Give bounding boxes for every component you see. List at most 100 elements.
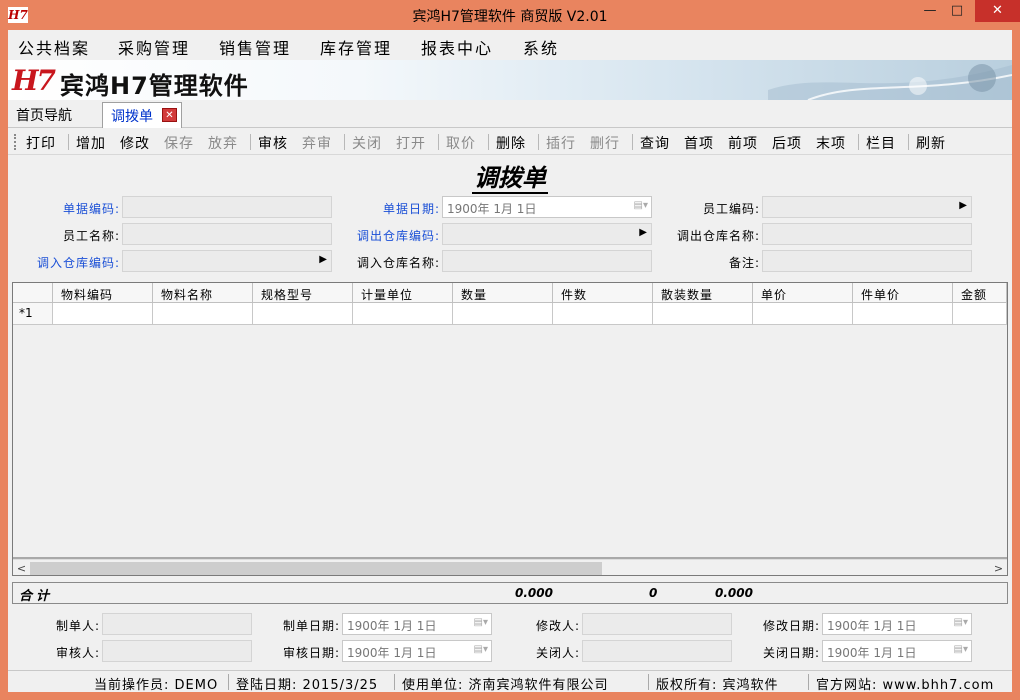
table-row[interactable]: *1 xyxy=(13,303,1007,325)
emp-name-field[interactable] xyxy=(122,223,332,245)
col-header-pieces[interactable]: 件数 xyxy=(553,283,653,303)
grid-cell[interactable] xyxy=(553,303,653,325)
unaudit-button[interactable]: 弃审 xyxy=(302,133,332,153)
first-record-button[interactable]: 首项 xyxy=(684,133,714,153)
audit-button[interactable]: 审核 xyxy=(258,133,288,153)
toolbar-grip[interactable] xyxy=(14,134,17,150)
horizontal-scrollbar[interactable]: < > xyxy=(13,559,1007,575)
closer-label: 关闭人: xyxy=(535,646,580,660)
col-header-unit[interactable]: 计量单位 xyxy=(353,283,453,303)
create-date-picker[interactable]: 1900年 1月 1日 ▤▾ xyxy=(342,613,492,635)
scroll-right-icon[interactable]: > xyxy=(990,560,1007,575)
out-warehouse-name-field[interactable] xyxy=(762,223,972,245)
window-title: 宾鸿H7管理软件 商贸版 V2.01 xyxy=(412,9,608,25)
tab-transfer-order[interactable]: 调拨单 ✕ xyxy=(102,102,182,128)
col-header-spec[interactable]: 规格型号 xyxy=(253,283,353,303)
in-warehouse-code-field[interactable] xyxy=(122,250,332,272)
add-button[interactable]: 增加 xyxy=(76,133,106,153)
grid-cell[interactable] xyxy=(453,303,553,325)
grid-body[interactable]: 物料编码 物料名称 规格型号 计量单位 数量 件数 散装数量 单价 件单价 金额… xyxy=(13,283,1007,557)
menu-system[interactable]: 系统 xyxy=(523,35,559,59)
calendar-dropdown-icon[interactable]: ▤▾ xyxy=(622,200,648,214)
grid-cell[interactable] xyxy=(953,303,1007,325)
col-header-piece-price[interactable]: 件单价 xyxy=(853,283,953,303)
grid-cell[interactable] xyxy=(353,303,453,325)
modify-date-value: 1900年 1月 1日 xyxy=(827,619,917,633)
fetch-price-button[interactable]: 取价 xyxy=(446,133,476,153)
calendar-dropdown-icon[interactable]: ▤▾ xyxy=(462,644,488,658)
status-copyright: 版权所有: 宾鸿软件 xyxy=(656,678,779,693)
close-date-value: 1900年 1月 1日 xyxy=(827,646,917,660)
scrollbar-thumb[interactable] xyxy=(30,562,602,575)
calendar-dropdown-icon[interactable]: ▤▾ xyxy=(942,644,968,658)
grid-cell[interactable] xyxy=(153,303,253,325)
col-header-unit-price[interactable]: 单价 xyxy=(753,283,853,303)
col-header-material-name[interactable]: 物料名称 xyxy=(153,283,253,303)
remark-field[interactable] xyxy=(762,250,972,272)
calendar-dropdown-icon[interactable]: ▤▾ xyxy=(942,617,968,631)
status-operator: 当前操作员: DEMO xyxy=(94,678,219,693)
grid-cell[interactable] xyxy=(253,303,353,325)
col-header-bulk-quantity[interactable]: 散装数量 xyxy=(653,283,753,303)
status-company: 使用单位: 济南宾鸿软件有限公司 xyxy=(402,678,609,693)
closer-field[interactable] xyxy=(582,640,732,662)
modifier-field[interactable] xyxy=(582,613,732,635)
menu-sales[interactable]: 销售管理 xyxy=(219,35,291,59)
new-row-marker[interactable]: *1 xyxy=(13,303,53,325)
doc-no-field[interactable] xyxy=(122,196,332,218)
delete-row-button[interactable]: 删行 xyxy=(590,133,620,153)
remark-label: 备注: xyxy=(728,256,760,270)
emp-code-field[interactable] xyxy=(762,196,972,218)
refresh-button[interactable]: 刷新 xyxy=(916,133,946,153)
grid-cell[interactable] xyxy=(53,303,153,325)
in-warehouse-name-field[interactable] xyxy=(442,250,652,272)
maximize-button[interactable]: □ xyxy=(944,0,970,22)
grid-cell[interactable] xyxy=(753,303,853,325)
menu-public-files[interactable]: 公共档案 xyxy=(18,35,90,59)
menu-purchase[interactable]: 采购管理 xyxy=(118,35,190,59)
doc-date-value: 1900年 1月 1日 xyxy=(447,202,537,216)
summary-bar: 合计 0.000 0 0.000 xyxy=(12,582,1008,604)
col-header-amount[interactable]: 金额 xyxy=(953,283,1007,303)
open-doc-button[interactable]: 打开 xyxy=(396,133,426,153)
insert-row-button[interactable]: 插行 xyxy=(546,133,576,153)
calendar-dropdown-icon[interactable]: ▤▾ xyxy=(462,617,488,631)
discard-button[interactable]: 放弃 xyxy=(208,133,238,153)
grid-corner[interactable] xyxy=(13,283,53,303)
title-bar[interactable]: H7 宾鸿H7管理软件 商贸版 V2.01 — □ ✕ xyxy=(0,0,1020,30)
tab-home-navigation[interactable]: 首页导航 xyxy=(8,102,80,128)
doc-date-picker[interactable]: 1900年 1月 1日 ▤▾ xyxy=(442,196,652,218)
modify-date-picker[interactable]: 1900年 1月 1日 ▤▾ xyxy=(822,613,972,635)
minimize-button[interactable]: — xyxy=(916,0,944,22)
emp-code-label: 员工编码: xyxy=(702,202,760,216)
col-header-quantity[interactable]: 数量 xyxy=(453,283,553,303)
previous-record-button[interactable]: 前项 xyxy=(728,133,758,153)
menu-inventory[interactable]: 库存管理 xyxy=(320,35,392,59)
creator-label: 制单人: xyxy=(55,619,100,633)
creator-field[interactable] xyxy=(102,613,252,635)
toolbar-separator xyxy=(858,134,859,150)
delete-button[interactable]: 删除 xyxy=(496,133,526,153)
columns-button[interactable]: 栏目 xyxy=(866,133,896,153)
tab-close-icon[interactable]: ✕ xyxy=(162,108,177,122)
print-button[interactable]: 打印 xyxy=(26,133,56,153)
query-button[interactable]: 查询 xyxy=(640,133,670,153)
close-doc-button[interactable]: 关闭 xyxy=(352,133,382,153)
edit-button[interactable]: 修改 xyxy=(120,133,150,153)
grid-cell[interactable] xyxy=(653,303,753,325)
auditor-field[interactable] xyxy=(102,640,252,662)
save-button[interactable]: 保存 xyxy=(164,133,194,153)
grid-cell[interactable] xyxy=(853,303,953,325)
col-header-material-code[interactable]: 物料编码 xyxy=(53,283,153,303)
summary-label: 合计 xyxy=(19,589,54,604)
scroll-left-icon[interactable]: < xyxy=(13,560,30,575)
menu-reports[interactable]: 报表中心 xyxy=(421,35,493,59)
last-record-button[interactable]: 末项 xyxy=(816,133,846,153)
close-date-picker[interactable]: 1900年 1月 1日 ▤▾ xyxy=(822,640,972,662)
audit-date-picker[interactable]: 1900年 1月 1日 ▤▾ xyxy=(342,640,492,662)
detail-grid[interactable]: 物料编码 物料名称 规格型号 计量单位 数量 件数 散装数量 单价 件单价 金额… xyxy=(12,282,1008,576)
out-warehouse-code-field[interactable] xyxy=(442,223,652,245)
menu-bar: 公共档案 采购管理 销售管理 库存管理 报表中心 系统 xyxy=(8,30,1012,60)
next-record-button[interactable]: 后项 xyxy=(772,133,802,153)
close-window-button[interactable]: ✕ xyxy=(975,0,1020,22)
